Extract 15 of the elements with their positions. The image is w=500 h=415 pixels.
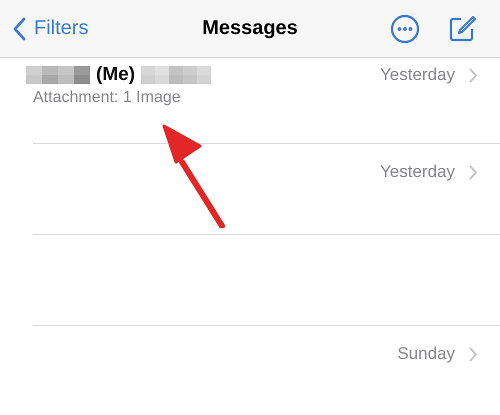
compose-icon	[448, 14, 476, 42]
message-time: Sunday	[397, 344, 455, 364]
more-button[interactable]	[390, 14, 420, 44]
message-time: Yesterday	[380, 65, 455, 85]
sender-name: (Me)	[96, 64, 136, 86]
chevron-right-icon	[469, 346, 478, 362]
chevron-left-icon	[12, 16, 26, 40]
window-title: Messages	[202, 17, 298, 39]
back-button[interactable]: Filters	[0, 16, 88, 40]
more-icon	[390, 14, 420, 44]
chevron-right-icon	[469, 164, 478, 180]
compose-button[interactable]	[448, 14, 476, 42]
message-preview: Attachment: 1 Image	[32, 89, 182, 107]
chevron-right-icon	[469, 68, 478, 82]
message-time: Yesterday	[380, 162, 455, 182]
